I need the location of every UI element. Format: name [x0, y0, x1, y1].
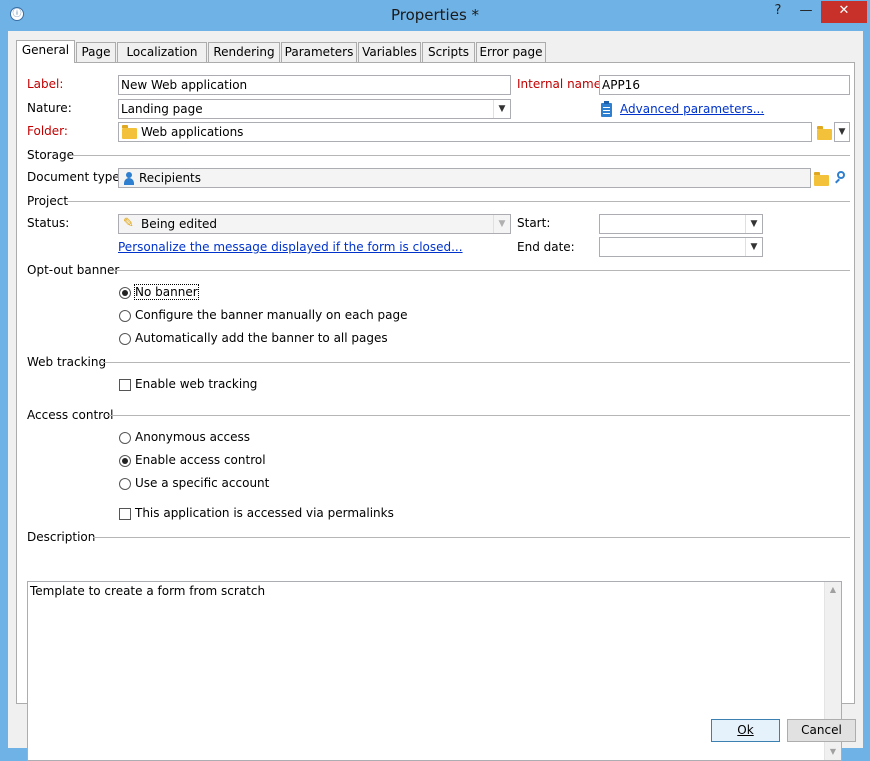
anonymous-access-radio[interactable] [119, 432, 131, 444]
tab-scripts[interactable]: Scripts [422, 42, 475, 62]
minimize-button[interactable]: — [792, 1, 820, 23]
internal-name-label: Internal name: [517, 77, 606, 91]
label-field-label: Label: [27, 77, 64, 91]
tab-general[interactable]: General [16, 40, 75, 63]
nature-select[interactable]: Landing page ▼ [118, 99, 511, 119]
specific-account-label[interactable]: Use a specific account [135, 476, 269, 490]
tab-variables[interactable]: Variables [358, 42, 421, 62]
enable-web-tracking-label[interactable]: Enable web tracking [135, 377, 257, 391]
pencil-icon: ✎ [123, 216, 134, 231]
nature-label: Nature: [27, 101, 72, 115]
no-banner-radio[interactable] [119, 287, 131, 299]
project-divider [67, 201, 850, 202]
enable-web-tracking-checkbox[interactable] [119, 379, 131, 391]
end-date-label: End date: [517, 240, 575, 254]
web-tracking-divider [101, 362, 850, 363]
chevron-down-icon[interactable]: ▼ [745, 238, 762, 256]
personalize-closed-message-link[interactable]: Personalize the message displayed if the… [118, 240, 463, 254]
folder-dropdown-button[interactable]: ▼ [834, 122, 850, 142]
tab-rendering[interactable]: Rendering [208, 42, 280, 62]
help-button[interactable]: ? [764, 1, 792, 23]
status-value: Being edited [141, 217, 218, 231]
user-icon [124, 172, 134, 185]
access-control-section-title: Access control [27, 408, 114, 422]
permalinks-label[interactable]: This application is accessed via permali… [135, 506, 394, 520]
status-select[interactable]: ✎ Being edited ▼ [118, 214, 511, 234]
anonymous-access-label[interactable]: Anonymous access [135, 430, 250, 444]
scroll-up-icon[interactable]: ▲ [825, 582, 841, 598]
title-bar[interactable]: ⓘ Properties * ? — ✕ [0, 0, 870, 30]
chevron-down-icon[interactable]: ▼ [493, 100, 510, 118]
nature-value: Landing page [121, 102, 203, 116]
description-text: Template to create a form from scratch [30, 584, 266, 598]
cancel-button[interactable]: Cancel [787, 719, 856, 742]
optout-section-title: Opt-out banner [27, 263, 120, 277]
internal-name-input[interactable]: APP16 [599, 75, 850, 95]
ok-button-label: Ok [737, 723, 754, 737]
no-banner-label[interactable]: No banner [134, 284, 199, 300]
access-control-divider [107, 415, 850, 416]
scroll-down-icon[interactable]: ▼ [825, 744, 841, 760]
description-divider [93, 537, 850, 538]
close-button[interactable]: ✕ [821, 1, 867, 23]
description-section-title: Description [27, 530, 96, 544]
folder-label: Folder: [27, 124, 68, 138]
storage-divider [71, 155, 850, 156]
tab-error-page[interactable]: Error page [476, 42, 546, 62]
document-type-value: Recipients [139, 171, 202, 185]
general-panel: Label: New Web application Internal name… [16, 62, 855, 761]
storage-section-title: Storage [27, 148, 74, 162]
label-input[interactable]: New Web application [118, 75, 511, 95]
tab-parameters[interactable]: Parameters [281, 42, 357, 62]
advanced-parameters-link[interactable]: Advanced parameters... [620, 102, 764, 116]
chevron-down-icon: ▼ [838, 127, 846, 137]
properties-window: ⓘ Properties * ? — ✕ General Page Locali… [0, 0, 870, 761]
window-title: Properties * [390, 6, 480, 24]
start-date-input[interactable]: ▼ [599, 214, 763, 234]
clipboard-icon [601, 101, 612, 117]
folder-value: Web applications [141, 125, 244, 139]
tab-page[interactable]: Page [76, 42, 116, 62]
chevron-down-icon[interactable]: ▼ [745, 215, 762, 233]
document-type-folder-icon[interactable] [814, 172, 829, 186]
end-date-input[interactable]: ▼ [599, 237, 763, 257]
enable-access-control-label[interactable]: Enable access control [135, 453, 266, 467]
manual-banner-label[interactable]: Configure the banner manually on each pa… [135, 308, 407, 322]
dialog-client: General Page Localization Rendering Para… [8, 31, 863, 761]
folder-input[interactable]: Web applications [118, 122, 812, 142]
document-type-input[interactable]: Recipients [118, 168, 811, 188]
search-icon[interactable] [834, 171, 848, 185]
status-label: Status: [27, 216, 70, 230]
auto-banner-radio[interactable] [119, 333, 131, 345]
project-section-title: Project [27, 194, 69, 208]
tab-localization[interactable]: Localization [117, 42, 207, 62]
enable-access-control-radio[interactable] [119, 455, 131, 467]
chevron-down-icon: ▼ [493, 215, 510, 233]
optout-divider [113, 270, 850, 271]
auto-banner-label[interactable]: Automatically add the banner to all page… [135, 331, 388, 345]
specific-account-radio[interactable] [119, 478, 131, 490]
document-type-label: Document type: [27, 170, 124, 184]
folder-browse-icon[interactable] [817, 126, 832, 140]
ok-button[interactable]: Ok [711, 719, 780, 742]
start-label: Start: [517, 216, 551, 230]
manual-banner-radio[interactable] [119, 310, 131, 322]
folder-icon [122, 125, 137, 139]
permalinks-checkbox[interactable] [119, 508, 131, 520]
web-tracking-section-title: Web tracking [27, 355, 107, 369]
